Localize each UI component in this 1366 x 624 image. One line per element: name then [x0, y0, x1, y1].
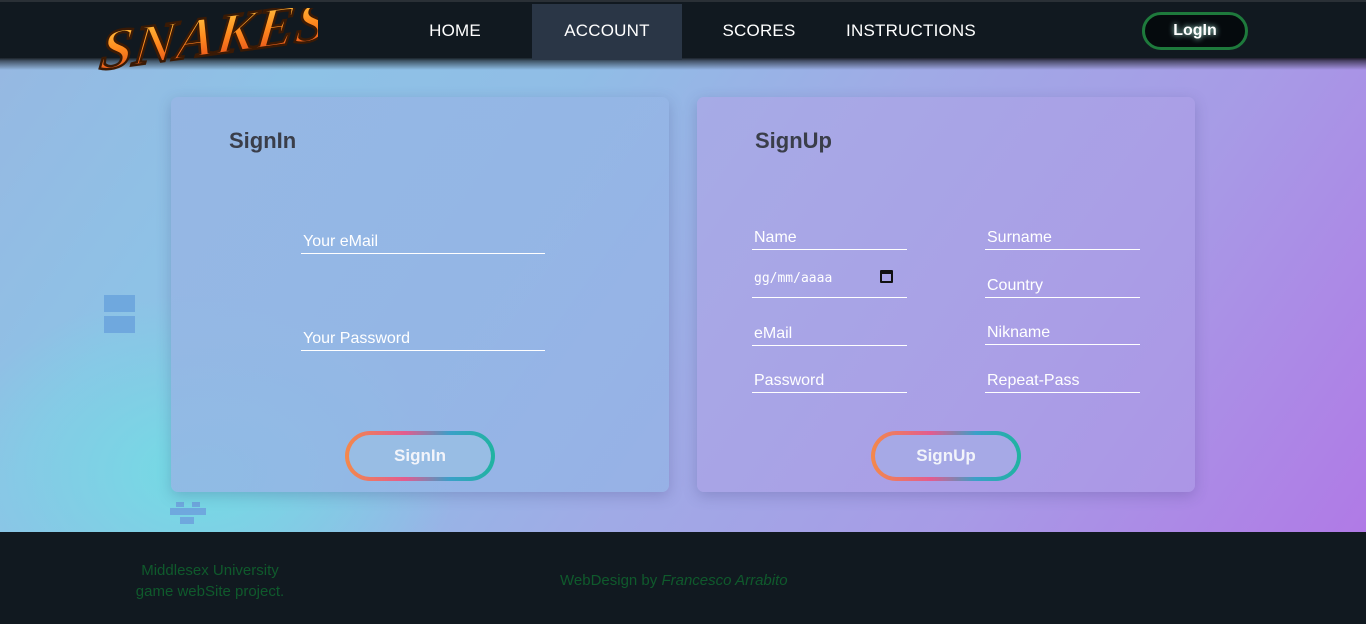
name-placeholder: Name — [754, 229, 797, 246]
signin-password-input[interactable]: Your Password — [301, 327, 545, 351]
signup-button[interactable]: SignUp — [871, 431, 1021, 481]
signup-button-label: SignUp — [875, 435, 1017, 477]
country-input[interactable]: Country — [985, 274, 1140, 298]
country-placeholder: Country — [987, 277, 1044, 294]
signup-card: SignUp Name Surname gg/mm/aaaa Country e… — [697, 97, 1195, 492]
signup-title: SignUp — [755, 128, 832, 153]
nickname-input[interactable]: Nikname — [985, 321, 1140, 345]
name-input[interactable]: Name — [752, 226, 907, 250]
signup-email-input[interactable]: eMail — [752, 322, 907, 346]
signin-title: SignIn — [229, 128, 297, 153]
deco-checker — [170, 502, 206, 524]
surname-input[interactable]: Surname — [985, 226, 1140, 250]
login-button[interactable]: LogIn — [1142, 12, 1248, 50]
logo-text: SNAKES — [97, 8, 318, 83]
nav-account[interactable]: ACCOUNT — [532, 4, 682, 60]
repeat-password-input[interactable]: Repeat-Pass — [985, 369, 1140, 393]
footer-project-info: Middlesex University game webSite projec… — [110, 560, 310, 602]
footer-project: game webSite project. — [135, 583, 285, 600]
nav-home[interactable]: HOME — [410, 4, 500, 60]
nav-instructions[interactable]: INSTRUCTIONS — [836, 4, 986, 60]
surname-placeholder: Surname — [987, 229, 1052, 246]
signin-button[interactable]: SignIn — [345, 431, 495, 481]
snakes-logo[interactable]: SNAKES — [88, 0, 333, 88]
signin-email-placeholder: Your eMail — [303, 233, 379, 250]
footer: Middlesex University game webSite projec… — [0, 532, 1366, 624]
repeat-password-placeholder: Repeat-Pass — [987, 372, 1080, 389]
signin-email-input[interactable]: Your eMail — [301, 230, 545, 254]
footer-credit: WebDesign by Francesco Arrabito — [560, 572, 810, 589]
signup-password-input[interactable]: Password — [752, 369, 907, 393]
birthdate-input[interactable]: gg/mm/aaaa — [752, 262, 907, 298]
main-area: SignIn Your eMail Your Password SignIn S… — [0, 58, 1366, 532]
signin-card: SignIn Your eMail Your Password SignIn — [171, 97, 669, 492]
footer-university: Middlesex University — [141, 562, 279, 579]
signup-password-placeholder: Password — [754, 372, 825, 389]
calendar-icon[interactable] — [880, 270, 893, 283]
deco-blocks — [104, 295, 135, 335]
signin-button-label: SignIn — [349, 435, 491, 477]
birthdate-placeholder: gg/mm/aaaa — [754, 271, 833, 286]
nav-scores[interactable]: SCORES — [712, 4, 806, 60]
signin-password-placeholder: Your Password — [303, 330, 411, 347]
footer-credit-name: Francesco Arrabito — [661, 572, 788, 589]
signup-email-placeholder: eMail — [754, 325, 793, 342]
nickname-placeholder: Nikname — [987, 324, 1051, 341]
footer-credit-prefix: WebDesign by — [560, 572, 662, 589]
